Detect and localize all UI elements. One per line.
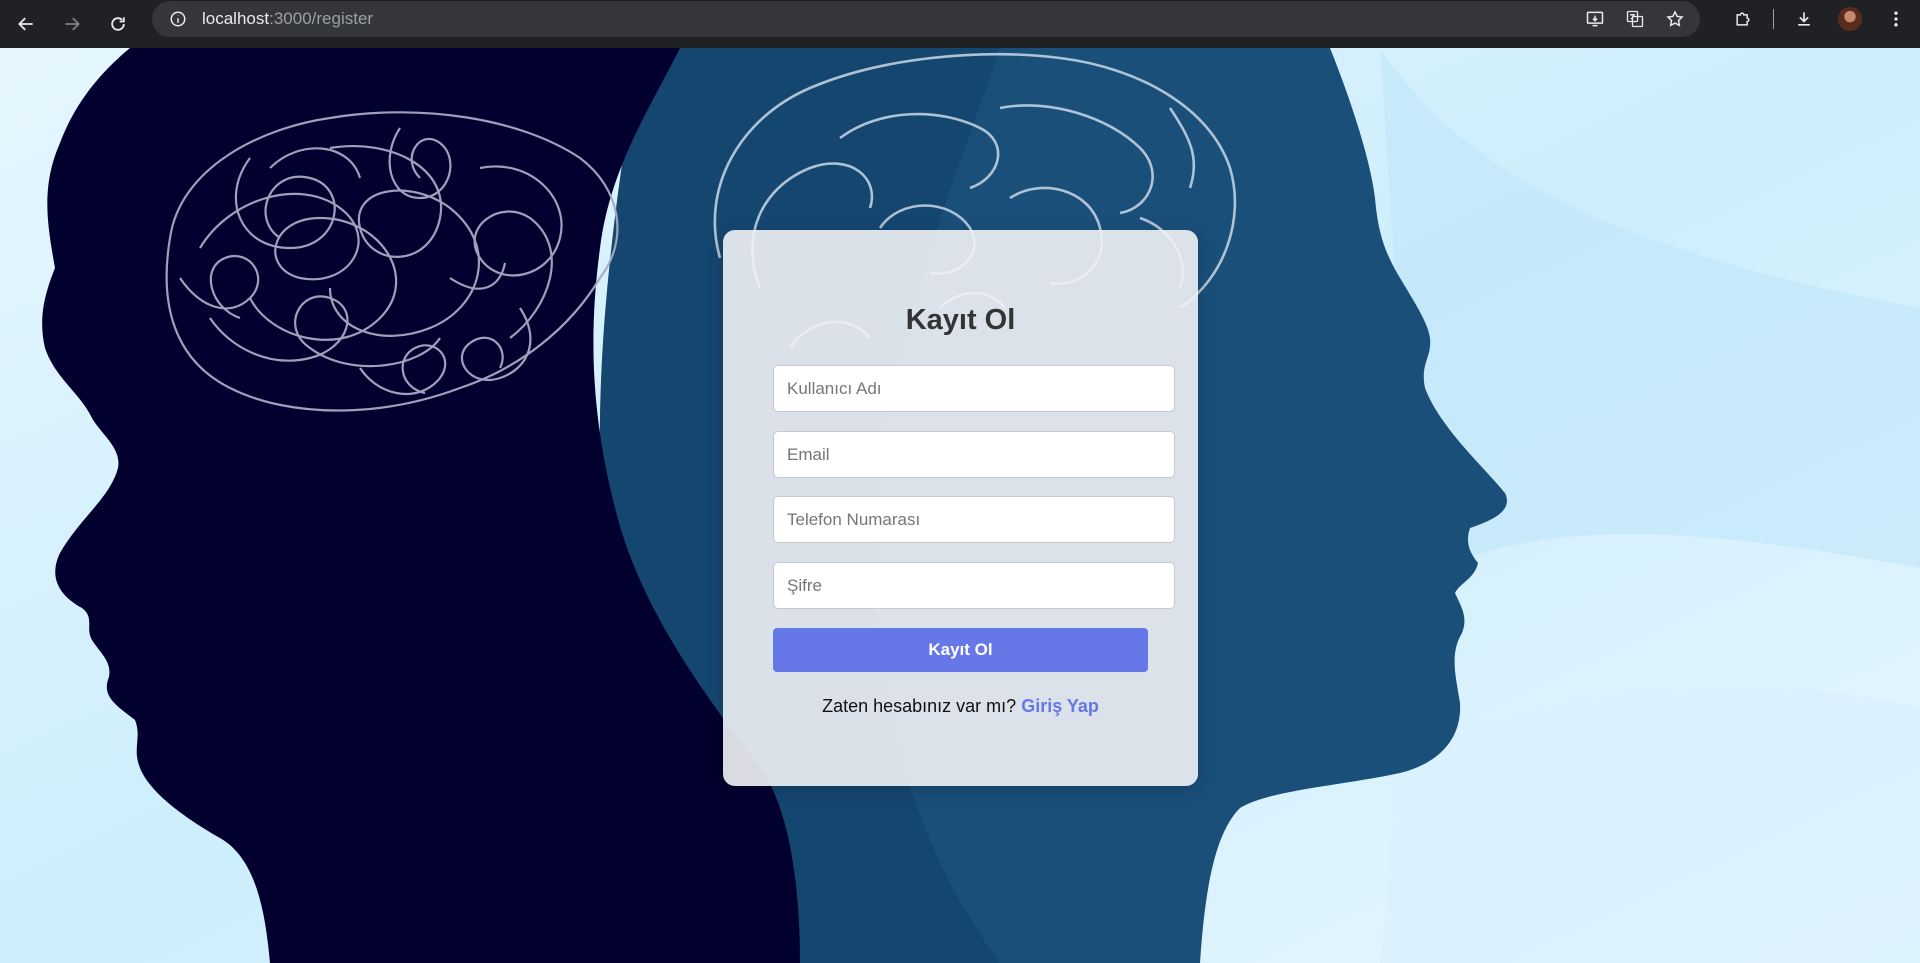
back-button[interactable] <box>6 6 46 42</box>
toolbar-divider <box>1773 9 1774 29</box>
register-card: Kayıt Ol Kayıt Ol Zaten hesabınız var mı… <box>723 230 1198 786</box>
extensions-button[interactable] <box>1727 3 1759 35</box>
reload-button[interactable] <box>98 6 138 42</box>
forward-button[interactable] <box>52 6 92 42</box>
url-text[interactable]: localhost:3000/register <box>202 9 373 29</box>
star-icon <box>1666 10 1684 27</box>
translate-icon <box>1626 10 1644 28</box>
site-info-button[interactable] <box>160 1 196 37</box>
login-prompt-text: Zaten hesabınız var mı? <box>822 696 1017 716</box>
avatar <box>1838 7 1862 31</box>
kebab-menu-icon <box>1894 11 1898 27</box>
register-button[interactable]: Kayıt Ol <box>773 628 1148 672</box>
puzzle-icon <box>1736 12 1750 26</box>
arrow-right-icon <box>65 17 80 31</box>
phone-input[interactable] <box>773 496 1175 543</box>
password-input[interactable] <box>773 562 1175 609</box>
install-app-icon <box>1586 11 1604 27</box>
url-path: :3000/register <box>269 9 374 28</box>
downloads-button[interactable] <box>1788 3 1820 35</box>
login-link[interactable]: Giriş Yap <box>1021 696 1099 716</box>
translate-button[interactable] <box>1622 6 1648 32</box>
address-bar[interactable]: localhost:3000/register <box>152 1 1700 37</box>
url-host: localhost <box>202 9 270 28</box>
username-input[interactable] <box>773 365 1175 412</box>
browser-toolbar: localhost:3000/register <box>0 0 1920 48</box>
login-prompt-line: Zaten hesabınız var mı? Giriş Yap <box>723 696 1198 717</box>
info-icon <box>170 11 186 27</box>
register-title: Kayıt Ol <box>905 304 1016 336</box>
menu-button[interactable] <box>1880 3 1912 35</box>
email-input[interactable] <box>773 431 1175 478</box>
reload-icon <box>111 17 125 31</box>
arrow-left-icon <box>18 17 33 31</box>
download-icon <box>1798 12 1810 26</box>
profile-button[interactable] <box>1834 3 1866 35</box>
install-app-button[interactable] <box>1582 6 1608 32</box>
bookmark-button[interactable] <box>1662 6 1688 32</box>
